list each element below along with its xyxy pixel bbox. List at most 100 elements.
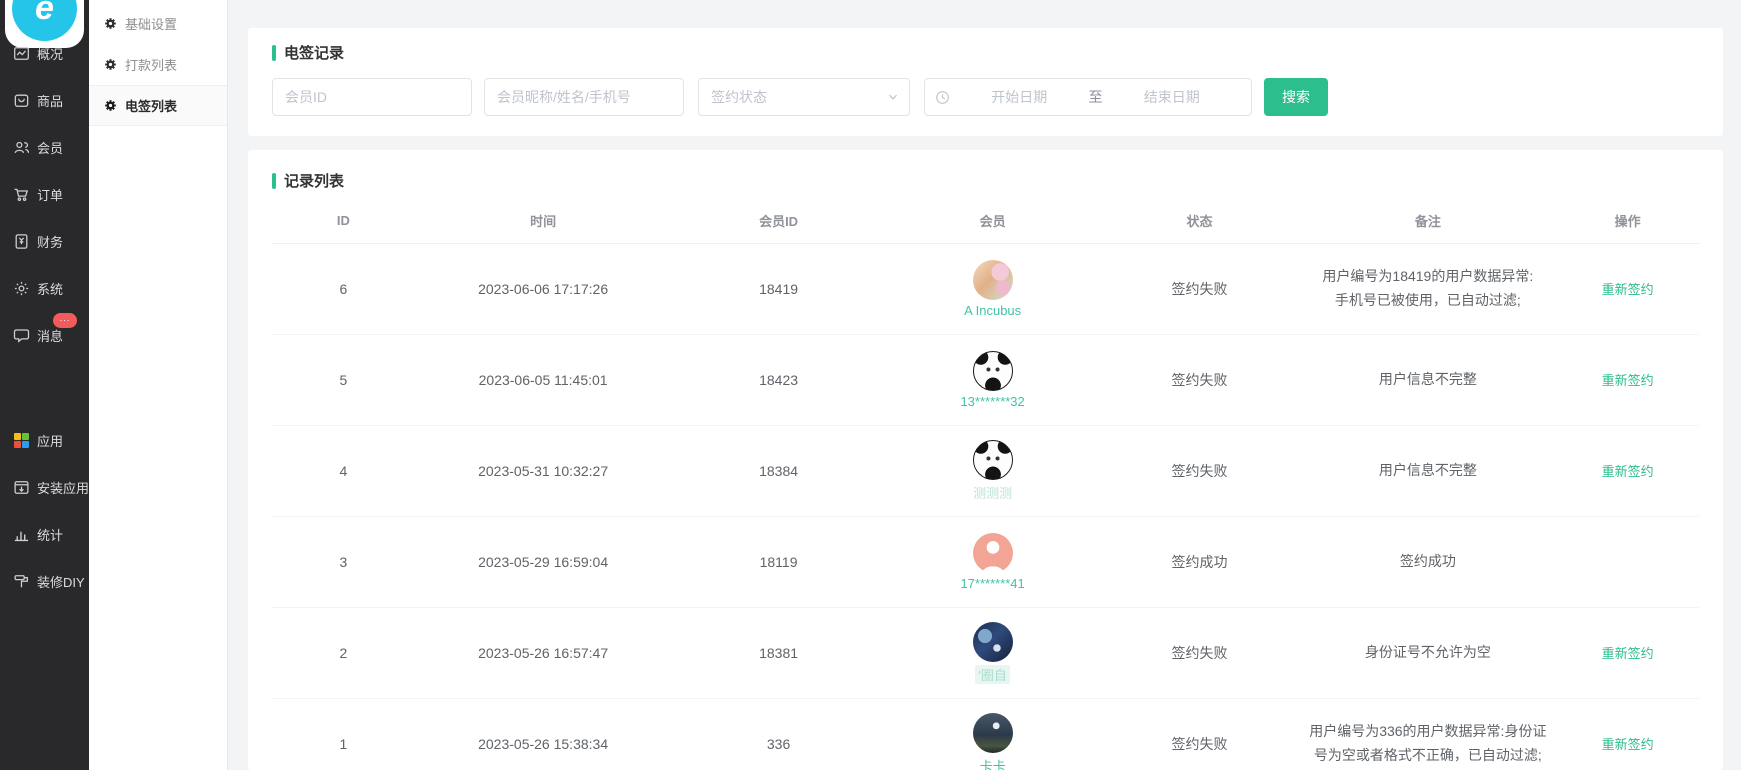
record-table: ID 时间 会员ID 会员 状态 备注 操作 6 2023-06-06 17:1… xyxy=(272,199,1699,770)
member-avatar[interactable] xyxy=(973,622,1013,662)
date-range-picker[interactable]: 开始日期 至 结束日期 xyxy=(924,78,1252,116)
re-sign-link[interactable]: 重新签约 xyxy=(1602,282,1654,297)
sidebar-item-goods[interactable]: 商品 xyxy=(0,77,89,124)
sidebar-item-finance[interactable]: 财务 xyxy=(0,218,89,265)
cell-member-id: 336 xyxy=(672,698,886,770)
sidebar-item-label: 装修DIY xyxy=(37,572,85,591)
sidebar-item-orders[interactable]: 订单 xyxy=(0,171,89,218)
cell-status: 签约失败 xyxy=(1100,243,1300,334)
re-sign-link[interactable]: 重新签约 xyxy=(1602,464,1654,479)
members-icon xyxy=(13,139,30,156)
member-avatar[interactable] xyxy=(973,351,1013,391)
table-row: 4 2023-05-31 10:32:27 18384 测测测 签约失败 用户信… xyxy=(272,425,1699,516)
member-avatar[interactable] xyxy=(973,440,1013,480)
sign-status-placeholder: 签约状态 xyxy=(711,87,887,107)
cell-remark: 用户信息不完整 xyxy=(1309,459,1547,482)
cell-id: 4 xyxy=(272,425,415,516)
submenu-item-esign-list[interactable]: 电签列表 xyxy=(89,85,227,126)
table-row: 6 2023-06-06 17:17:26 18419 A Incubus 签约… xyxy=(272,243,1699,334)
cell-id: 1 xyxy=(272,698,415,770)
sidebar-item-system[interactable]: 系统 xyxy=(0,265,89,312)
member-avatar[interactable] xyxy=(973,260,1013,300)
member-cell: 17*******41 xyxy=(886,533,1100,591)
finance-icon xyxy=(13,233,30,250)
decorate-diy-icon xyxy=(13,573,30,590)
member-name-link[interactable]: 13*******32 xyxy=(960,394,1024,409)
sidebar-item-label: 订单 xyxy=(37,185,63,204)
submenu-item-basic-settings[interactable]: 基础设置 xyxy=(89,3,227,44)
cell-time: 2023-05-26 15:38:34 xyxy=(415,698,672,770)
sidebar-item-messages[interactable]: 消息 ... xyxy=(0,312,89,359)
col-header-status: 状态 xyxy=(1100,199,1300,243)
cell-id: 3 xyxy=(272,516,415,607)
col-header-remark: 备注 xyxy=(1299,199,1556,243)
sidebar-item-apps[interactable]: 应用 xyxy=(0,417,89,464)
goods-icon xyxy=(13,92,30,109)
re-sign-link[interactable]: 重新签约 xyxy=(1602,373,1654,388)
sidebar-item-install-app[interactable]: 安装应用 xyxy=(0,464,89,511)
re-sign-link[interactable]: 重新签约 xyxy=(1602,646,1654,661)
cell-member-id: 18384 xyxy=(672,425,886,516)
sidebar-item-label: 财务 xyxy=(37,232,63,251)
cell-status: 签约失败 xyxy=(1100,698,1300,770)
cell-time: 2023-05-31 10:32:27 xyxy=(415,425,672,516)
cell-status: 签约失败 xyxy=(1100,425,1300,516)
system-icon xyxy=(13,280,30,297)
cell-time: 2023-05-26 16:57:47 xyxy=(415,607,672,698)
submenu-item-label: 电签列表 xyxy=(125,96,177,115)
cell-status: 签约成功 xyxy=(1100,516,1300,607)
member-name-link[interactable]: 卡卡 xyxy=(980,756,1006,770)
search-card-title-text: 电签记录 xyxy=(284,42,344,63)
orders-icon xyxy=(13,186,30,203)
logo-glyph: e xyxy=(35,0,54,28)
member-cell: A Incubus xyxy=(886,260,1100,318)
cell-id: 2 xyxy=(272,607,415,698)
cell-remark: 身份证号不允许为空 xyxy=(1309,641,1547,664)
sidebar-item-decorate-diy[interactable]: 装修DIY xyxy=(0,558,89,605)
range-separator: 至 xyxy=(1089,87,1103,107)
member-name-link[interactable]: A Incubus xyxy=(964,303,1021,318)
submenu-item-label: 打款列表 xyxy=(125,55,177,74)
sign-status-select[interactable]: 签约状态 xyxy=(698,78,910,116)
gear-icon xyxy=(104,17,117,30)
col-header-time: 时间 xyxy=(415,199,672,243)
cell-member-id: 18423 xyxy=(672,334,886,425)
title-accent-bar xyxy=(272,45,276,61)
member-name-link[interactable]: 17*******41 xyxy=(960,576,1024,591)
cell-time: 2023-06-06 17:17:26 xyxy=(415,243,672,334)
sidebar-item-members[interactable]: 会员 xyxy=(0,124,89,171)
table-row: 1 2023-05-26 15:38:34 336 卡卡 签约失败 用户编号为3… xyxy=(272,698,1699,770)
sidebar-spacer xyxy=(0,359,89,417)
member-id-input[interactable] xyxy=(272,78,472,116)
message-icon xyxy=(13,327,30,344)
member-nickname-input[interactable] xyxy=(484,78,684,116)
search-card-title: 电签记录 xyxy=(272,42,1699,63)
submenu-item-payment-list[interactable]: 打款列表 xyxy=(89,44,227,85)
sidebar-item-overview[interactable]: 概况 xyxy=(0,30,89,77)
cell-id: 5 xyxy=(272,334,415,425)
search-button[interactable]: 搜索 xyxy=(1264,78,1328,116)
cell-status: 签约失败 xyxy=(1100,607,1300,698)
member-avatar[interactable] xyxy=(973,713,1013,753)
clock-icon xyxy=(935,90,950,105)
apps-icon xyxy=(13,432,30,449)
esign-record-search-card: 电签记录 签约状态 开始日期 至 结束日期 搜索 xyxy=(248,28,1723,136)
list-card-title: 记录列表 xyxy=(272,170,1699,191)
col-header-action: 操作 xyxy=(1556,199,1699,243)
message-badge: ... xyxy=(53,313,77,328)
stats-icon xyxy=(13,526,30,543)
sidebar-item-label: 消息 xyxy=(37,326,63,345)
table-row: 2 2023-05-26 16:57:47 18381 '圈自 签约失败 身份证… xyxy=(272,607,1699,698)
member-cell: 卡卡 xyxy=(886,713,1100,770)
end-date-placeholder: 结束日期 xyxy=(1103,87,1242,107)
col-header-member: 会员 xyxy=(886,199,1100,243)
sidebar-item-stats[interactable]: 统计 xyxy=(0,511,89,558)
member-cell: 13*******32 xyxy=(886,351,1100,409)
member-name-link[interactable]: 测测测 xyxy=(973,483,1012,502)
list-card-title-text: 记录列表 xyxy=(284,170,344,191)
member-name-link[interactable]: '圈自 xyxy=(975,665,1009,684)
member-avatar[interactable] xyxy=(973,533,1013,573)
cell-status: 签约失败 xyxy=(1100,334,1300,425)
col-header-member-id: 会员ID xyxy=(672,199,886,243)
re-sign-link[interactable]: 重新签约 xyxy=(1602,737,1654,752)
